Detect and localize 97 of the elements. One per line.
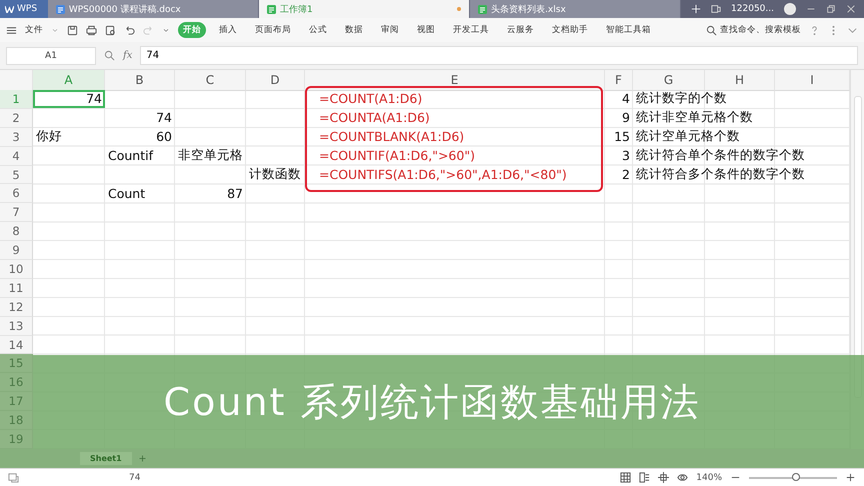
user-name[interactable]: 122050...: [731, 4, 774, 14]
document-tab[interactable]: 工作簿1: [258, 0, 470, 18]
document-tab[interactable]: 头条资料列表.xlsx: [470, 0, 682, 18]
table-cell-text: 60: [155, 128, 173, 146]
status-value: 74: [129, 472, 140, 483]
table-cell-text: 74: [155, 109, 173, 127]
ribbon-tab[interactable]: 云服务: [502, 22, 539, 38]
column-header[interactable]: F: [605, 70, 633, 91]
slider-thumb[interactable]: [792, 472, 800, 481]
layout-icon[interactable]: [639, 472, 650, 484]
table-cell-text: 计数函数: [248, 166, 302, 183]
ribbon-tab[interactable]: 视图: [412, 22, 440, 38]
zoom-level[interactable]: 140%: [696, 472, 722, 483]
ribbon-tab[interactable]: 文档助手: [547, 22, 593, 38]
app-tab[interactable]: WPS: [0, 0, 48, 18]
formula-cell-text: =COUNT(A1:D6): [318, 90, 424, 108]
column-header[interactable]: A: [33, 70, 105, 91]
grid-view-icon[interactable]: [620, 472, 632, 484]
search-icon[interactable]: [706, 24, 717, 36]
ribbon-tab[interactable]: 智能工具箱: [601, 22, 656, 38]
table-cell-text: 统计符合单个条件的数字个数: [635, 146, 806, 164]
table-cell-text: 15: [613, 128, 631, 146]
table-cell-text: 2: [621, 166, 631, 184]
row-header[interactable]: 1: [0, 90, 33, 109]
column-header[interactable]: B: [105, 70, 175, 91]
save-icon[interactable]: [67, 24, 78, 36]
spreadsheet-icon: [478, 4, 488, 14]
column-header[interactable]: H: [705, 70, 775, 91]
column-header[interactable]: G: [633, 70, 705, 91]
page-break-icon[interactable]: [658, 472, 670, 484]
row-header[interactable]: 7: [0, 203, 33, 222]
row-header[interactable]: 5: [0, 166, 33, 184]
row-header[interactable]: 3: [0, 128, 33, 147]
table-cell-text: 87: [226, 184, 244, 202]
ribbon-tab[interactable]: 数据: [340, 22, 368, 38]
file-menu[interactable]: 文件: [25, 24, 43, 36]
avatar-icon[interactable]: [784, 3, 796, 15]
ribbon-tab[interactable]: 页面布局: [250, 22, 296, 38]
document-tab[interactable]: WPS00000 课程讲稿.docx: [48, 0, 259, 18]
table-cell-text: Countif: [107, 147, 154, 165]
row-header[interactable]: 2: [0, 108, 33, 128]
spreadsheet-icon: [266, 4, 276, 14]
undo-icon[interactable]: [124, 24, 135, 36]
row-header[interactable]: 13: [0, 316, 33, 336]
restore-icon[interactable]: [826, 4, 836, 14]
ribbon-tab[interactable]: 公式: [304, 22, 332, 38]
table-cell-text: 9: [621, 109, 631, 127]
corner-cell[interactable]: [0, 70, 33, 91]
zoom-icon[interactable]: [104, 50, 115, 61]
table-cell-text: 统计数字的个数: [635, 90, 728, 108]
document-icon: [56, 4, 65, 14]
formula-cell-text: =COUNTIFS(A1:D6,">60",A1:D6,"<80"): [318, 166, 568, 184]
table-cell-text: 统计符合多个条件的数字个数: [635, 166, 806, 183]
row-header[interactable]: 8: [0, 222, 33, 242]
search-field[interactable]: 查找命令、搜索模板: [720, 24, 801, 36]
ribbon-tab[interactable]: 开始: [178, 22, 206, 38]
name-box[interactable]: A1: [6, 46, 96, 64]
table-cell-text: 你好: [35, 128, 63, 146]
table-cell: 74: [33, 90, 105, 108]
table-cell-text: 统计非空单元格个数: [635, 108, 754, 126]
unsaved-dot: [457, 7, 462, 11]
caption-text: Count 系列统计函数基础用法: [164, 378, 700, 426]
column-header[interactable]: D: [246, 70, 305, 91]
row-header[interactable]: 11: [0, 278, 33, 298]
table-cell-text: 4: [621, 90, 631, 108]
table-cell-text: 3: [621, 147, 631, 165]
preview-icon[interactable]: [105, 24, 116, 36]
sheet-tab[interactable]: Sheet1: [80, 452, 132, 465]
table-cell-text: Count: [107, 184, 146, 202]
eye-icon[interactable]: [677, 472, 688, 484]
row-header[interactable]: 10: [0, 260, 33, 279]
menu-icon[interactable]: [6, 24, 17, 36]
formula-cell-text: =COUNTBLANK(A1:D6): [318, 128, 466, 146]
function-label[interactable]: fx: [123, 50, 132, 61]
table-cell-text: 非空单元格: [177, 146, 244, 164]
row-header[interactable]: 4: [0, 146, 33, 166]
ribbon-tab[interactable]: 开发工具: [448, 22, 494, 38]
zoom-in-icon[interactable]: [845, 472, 856, 484]
chevron-down-icon[interactable]: [162, 26, 170, 34]
column-header[interactable]: C: [175, 70, 246, 91]
column-header[interactable]: E: [305, 70, 605, 91]
logo-icon: [5, 6, 14, 12]
row-header[interactable]: 14: [0, 336, 33, 354]
formula-cell-text: =COUNTA(A1:D6): [318, 109, 431, 127]
row-header[interactable]: 6: [0, 184, 33, 204]
table-cell-text: 统计空单元格个数: [635, 128, 741, 146]
window-icon[interactable]: [711, 4, 722, 14]
print-icon[interactable]: [86, 24, 97, 36]
formula-field[interactable]: 74: [140, 46, 858, 65]
ribbon-tab[interactable]: 审阅: [376, 22, 404, 38]
formula-cell-text: =COUNTIF(A1:D6,">60"): [318, 147, 476, 165]
row-header[interactable]: 9: [0, 241, 33, 260]
ribbon-tab[interactable]: 插入: [214, 22, 242, 38]
close-icon[interactable]: [846, 4, 856, 14]
sheet-icon[interactable]: [8, 472, 19, 484]
column-header[interactable]: I: [775, 70, 850, 91]
row-header[interactable]: 12: [0, 298, 33, 317]
